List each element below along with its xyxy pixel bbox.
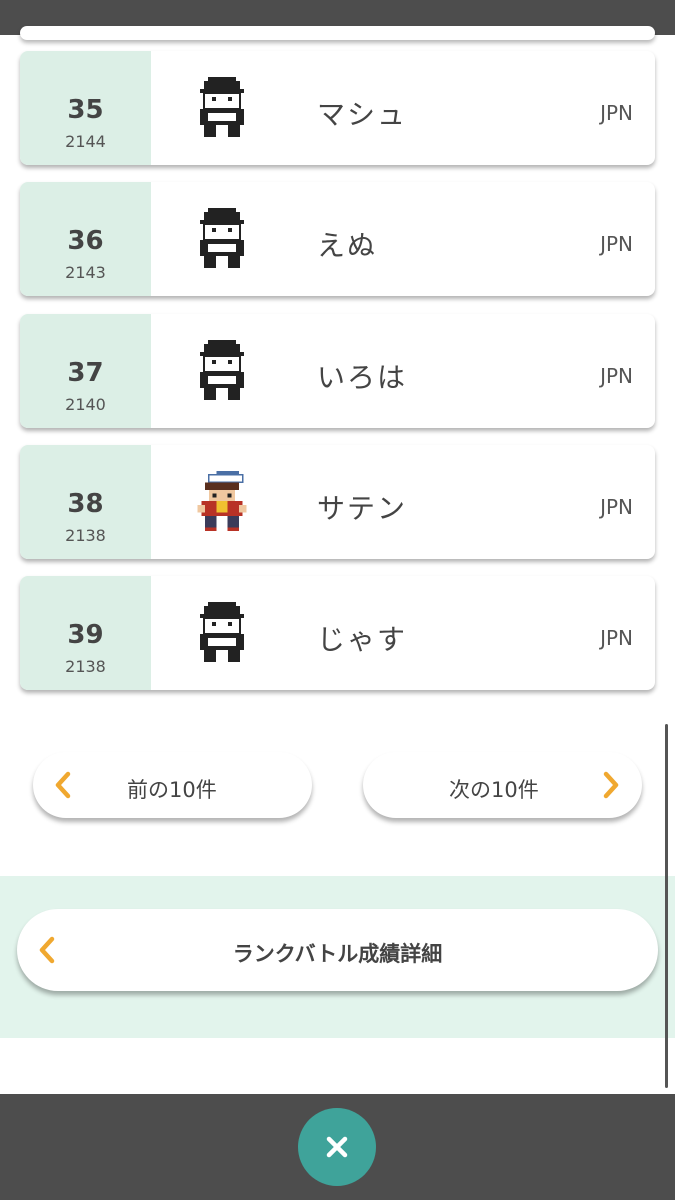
next-page-button[interactable]: 次の10件: [363, 752, 642, 818]
player-country: JPN: [600, 626, 633, 650]
rank-row[interactable]: 39 2138 じゃす JPN: [20, 576, 655, 690]
rank-row[interactable]: 36 2143 えぬ JPN: [20, 182, 655, 296]
rank-cell: 36 2143: [20, 182, 151, 296]
rank-cell: 37 2140: [20, 314, 151, 428]
chevron-right-icon: [603, 771, 619, 799]
rank-number: 36: [67, 226, 104, 256]
player-name: マシュ: [317, 98, 408, 131]
prev-page-label: 前の10件: [127, 778, 217, 802]
chevron-left-icon: [55, 771, 71, 799]
rank-number: 35: [67, 95, 104, 125]
rating-value: 2140: [65, 395, 106, 414]
rank-number: 39: [67, 620, 104, 650]
rank-number: 38: [67, 489, 104, 519]
detail-button-label: ランクバトル成績詳細: [232, 942, 443, 966]
rating-value: 2144: [65, 132, 106, 151]
close-icon: [326, 1136, 348, 1158]
player-name: いろは: [317, 361, 408, 394]
rank-cell: 35 2144: [20, 51, 151, 165]
player-country: JPN: [600, 495, 633, 519]
rank-number: 37: [67, 358, 104, 388]
rating-value: 2138: [65, 526, 106, 545]
player-name: じゃす: [317, 623, 408, 656]
trainer-color-icon: [197, 471, 247, 531]
trainer-mono-icon: [200, 602, 244, 662]
next-page-label: 次の10件: [449, 778, 539, 802]
close-button[interactable]: [298, 1108, 376, 1186]
player-country: JPN: [600, 232, 633, 256]
scrollbar[interactable]: [665, 724, 668, 1088]
rank-cell: 38 2138: [20, 445, 151, 559]
trainer-mono-icon: [200, 208, 244, 268]
player-name: サテン: [317, 492, 408, 525]
rank-cell: 39 2138: [20, 576, 151, 690]
rank-row[interactable]: 35 2144 マシュ JPN: [20, 51, 655, 165]
previous-rank-card-partial: [20, 26, 655, 40]
player-country: JPN: [600, 364, 633, 388]
rating-value: 2143: [65, 263, 106, 282]
rank-row[interactable]: 38 2138 サテン JPN: [20, 445, 655, 559]
rank-row[interactable]: 37 2140 いろは JPN: [20, 314, 655, 428]
trainer-mono-icon: [200, 77, 244, 137]
rank-battle-detail-button[interactable]: ランクバトル成績詳細: [17, 909, 658, 991]
player-name: えぬ: [317, 229, 378, 262]
trainer-mono-icon: [200, 340, 244, 400]
rating-value: 2138: [65, 657, 106, 676]
prev-page-button[interactable]: 前の10件: [33, 752, 312, 818]
player-country: JPN: [600, 101, 633, 125]
